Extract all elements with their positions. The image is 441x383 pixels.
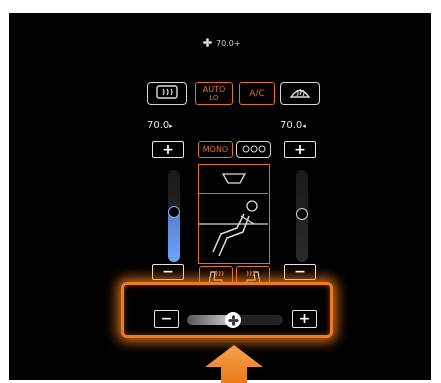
airflow-seat-area[interactable] <box>199 194 268 262</box>
right-temp-plus-button[interactable]: + <box>284 141 316 158</box>
right-temp-slider[interactable] <box>296 170 308 262</box>
right-temp-minus-button[interactable]: − <box>284 264 316 280</box>
auto-button[interactable]: AUTO LO <box>195 82 233 105</box>
fan-minus-label: − <box>160 311 173 327</box>
ac-button[interactable]: A/C <box>239 82 275 105</box>
auto-label: AUTO <box>202 84 226 94</box>
airflow-windshield-button[interactable] <box>199 165 268 194</box>
fan-minus-button[interactable]: − <box>154 310 179 328</box>
right-temp-minus-label: − <box>294 264 306 280</box>
mono-button[interactable]: MONO <box>198 141 233 158</box>
left-temp-minus-label: − <box>162 264 174 280</box>
fan-plus-label: + <box>298 311 311 327</box>
fan-icon <box>203 38 212 49</box>
front-defrost-icon <box>288 84 312 104</box>
seat-occupant-icon <box>199 194 268 266</box>
left-temp-slider[interactable] <box>168 170 180 262</box>
climate-sync-button[interactable] <box>236 141 271 158</box>
fan-speed-slider[interactable] <box>187 312 283 328</box>
airflow-panel <box>198 164 270 264</box>
rear-defrost-icon <box>154 84 180 104</box>
right-temp-display: 70.0◂ <box>280 120 306 131</box>
fan-status: 70.0+ <box>203 38 241 49</box>
left-temp-minus-button[interactable]: − <box>152 264 184 280</box>
mono-label: MONO <box>202 145 229 154</box>
fan-icon <box>227 311 239 330</box>
left-temp-plus-button[interactable]: + <box>152 141 184 158</box>
fan-plus-button[interactable]: + <box>292 310 317 328</box>
ac-label: A/C <box>249 88 265 99</box>
right-temp-knob[interactable] <box>296 208 308 220</box>
rear-defrost-button[interactable] <box>147 82 187 105</box>
left-temp-plus-label: + <box>162 141 174 158</box>
fan-speed-knob[interactable] <box>225 312 241 328</box>
left-temp-knob[interactable] <box>168 206 180 218</box>
right-temp-value: 70.0 <box>280 120 303 131</box>
auto-sub-label: LO <box>209 93 219 102</box>
left-temp-display: 70.0▸ <box>147 120 173 131</box>
windshield-icon <box>220 170 248 189</box>
fan-status-text: 70.0+ <box>216 39 241 48</box>
pointer-arrow-icon <box>205 345 263 383</box>
right-temp-plus-label: + <box>294 141 306 158</box>
climate-sync-icon <box>241 140 267 159</box>
left-temp-value: 70.0 <box>147 120 170 131</box>
front-defrost-button[interactable] <box>280 82 320 105</box>
